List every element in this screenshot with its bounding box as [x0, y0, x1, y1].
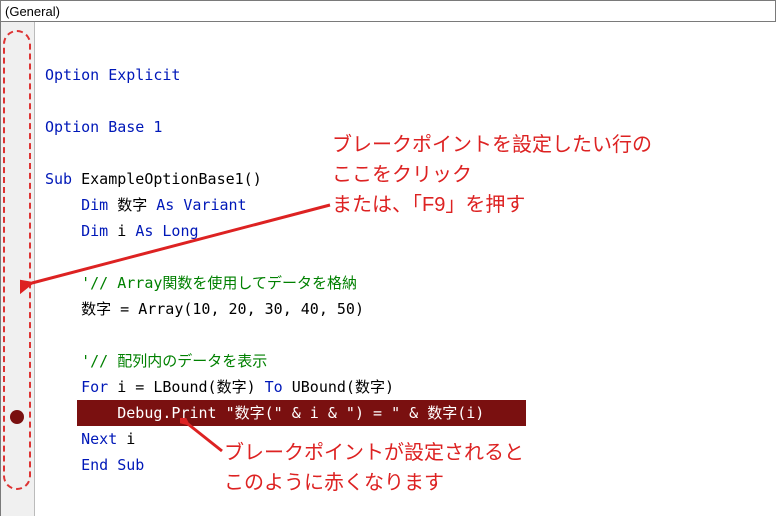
- code-text: i: [108, 222, 135, 240]
- annotation-text: ブレークポイントが設定されると: [224, 442, 524, 464]
- code-keyword: For: [81, 378, 108, 396]
- code-text: 数字: [108, 196, 156, 214]
- object-dropdown[interactable]: (General): [0, 0, 776, 22]
- annotation-text: このように赤くなります: [224, 472, 444, 494]
- dropdown-value: (General): [5, 4, 60, 19]
- code-text: 数字 = Array(10, 20, 30, 40, 50): [45, 300, 364, 318]
- code-text: ExampleOptionBase1(): [72, 170, 262, 188]
- code-keyword: Dim: [81, 222, 108, 240]
- code-keyword: Dim: [81, 196, 108, 214]
- annotation-top: ブレークポイントを設定したい行の ここをクリック または、「F9」を押す: [332, 130, 652, 220]
- code-keyword: As Variant: [156, 196, 246, 214]
- code-keyword: Next: [81, 430, 117, 448]
- code-text: Debug.Print "数字(" & i & ") = " & 数字(i): [117, 404, 484, 422]
- annotation-text: ここをクリック: [332, 164, 472, 186]
- code-keyword: To: [265, 378, 283, 396]
- breakpoint-marker-icon[interactable]: [10, 410, 24, 424]
- code-keyword: End Sub: [81, 456, 144, 474]
- annotation-bottom: ブレークポイントが設定されると このように赤くなります: [224, 438, 524, 498]
- annotation-text: ブレークポイントを設定したい行の: [332, 134, 652, 156]
- code-comment: '// Array関数を使用してデータを格納: [81, 274, 357, 292]
- breakpoint-line: Debug.Print "数字(" & i & ") = " & 数字(i): [77, 400, 526, 426]
- code-text: i = LBound(数字): [108, 378, 264, 396]
- annotation-text: または、「F9」を押す: [332, 194, 525, 216]
- code-text: i: [117, 430, 135, 448]
- breakpoint-margin[interactable]: [1, 22, 35, 516]
- code-keyword: As Long: [135, 222, 198, 240]
- code-text: UBound(数字): [283, 378, 394, 396]
- code-comment: '// 配列内のデータを表示: [81, 352, 267, 370]
- code-keyword: Sub: [45, 170, 72, 188]
- code-keyword: Option Base 1: [45, 118, 162, 136]
- code-keyword: Option Explicit: [45, 66, 180, 84]
